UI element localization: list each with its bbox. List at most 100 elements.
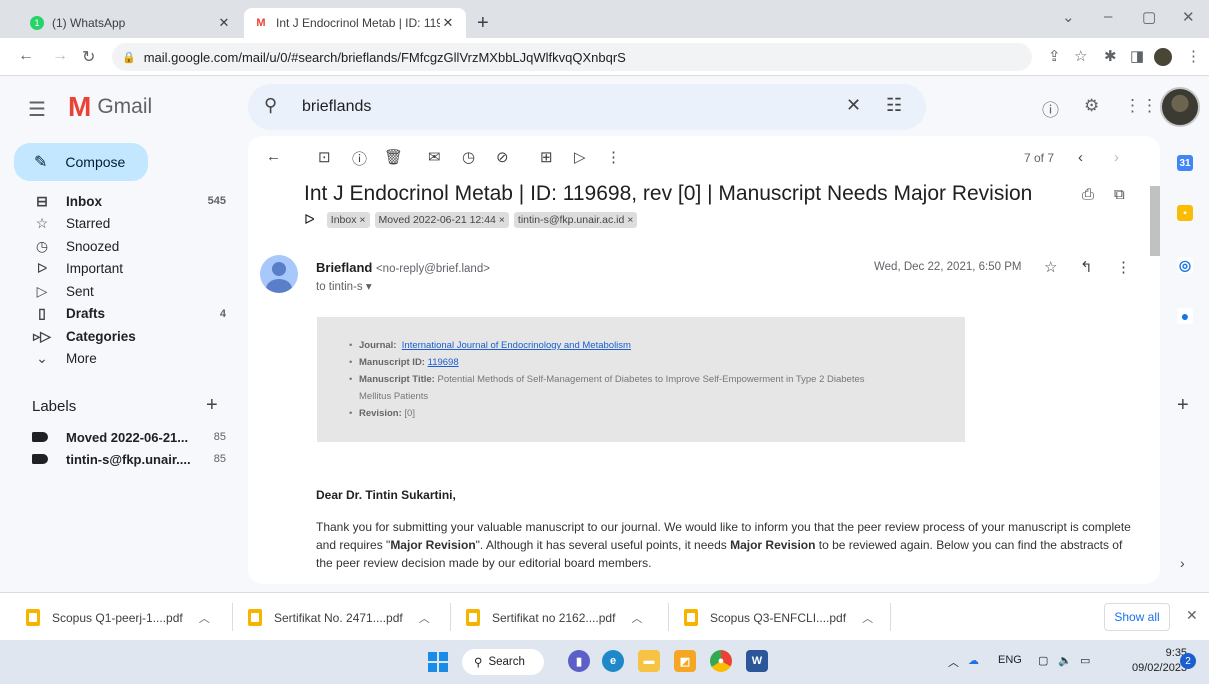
chip-moved[interactable]: Moved 2022-06-21 12:44 × xyxy=(374,211,509,228)
edge-icon[interactable]: e xyxy=(602,650,624,672)
star-icon[interactable]: ☆ xyxy=(1044,258,1057,276)
tab-whatsapp[interactable]: 1 (1) WhatsApp ✕ xyxy=(20,8,242,38)
sidebar-item-sent[interactable]: ▷ Sent xyxy=(0,280,240,303)
sidebar-item-starred[interactable]: ☆ Starred xyxy=(0,213,240,236)
file-explorer-icon[interactable]: ▬ xyxy=(638,650,660,672)
open-new-window-icon[interactable]: ⧉ xyxy=(1114,186,1125,203)
add-label-button[interactable]: + xyxy=(206,394,218,417)
battery-icon[interactable]: ▭ xyxy=(1080,654,1090,667)
download-item[interactable]: Sertifikat No. 2471....pdf ︿ xyxy=(248,609,430,626)
close-icon[interactable]: ✕ xyxy=(216,15,232,31)
report-spam-icon[interactable]: ⓘ xyxy=(352,148,367,169)
close-icon[interactable]: ✕ xyxy=(440,15,456,31)
compose-button[interactable]: ✎ Compose xyxy=(14,143,148,181)
more-actions-icon[interactable]: ⋮ xyxy=(606,148,621,166)
minimize-button[interactable]: – xyxy=(1104,8,1112,25)
tasks-icon[interactable]: ◎ xyxy=(1177,257,1193,273)
word-icon[interactable]: W xyxy=(746,650,768,672)
sidebar-label-moved[interactable]: Moved 2022-06-21... 85 xyxy=(0,426,240,448)
reply-icon[interactable]: ↰ xyxy=(1080,258,1093,276)
reload-icon[interactable]: ↻ xyxy=(82,47,95,67)
sidebar-item-more[interactable]: ⌄ More xyxy=(0,348,240,371)
scrollbar[interactable] xyxy=(1150,186,1160,256)
archive-icon[interactable]: ⊡ xyxy=(318,148,331,166)
chevron-up-icon[interactable]: ︿ xyxy=(631,610,642,626)
gmail-logo[interactable]: M Gmail xyxy=(68,91,152,123)
tab-search-icon[interactable]: ⌄ xyxy=(1062,8,1075,26)
sidebar-item-inbox[interactable]: ⊟ Inbox 545 xyxy=(0,190,240,213)
delete-icon[interactable]: 🗑 xyxy=(384,148,403,166)
add-addon-button[interactable]: + xyxy=(1177,394,1189,417)
chip-inbox[interactable]: Inbox × xyxy=(326,211,370,228)
journal-link[interactable]: International Journal of Endocrinology a… xyxy=(402,340,631,351)
sidebar-item-important[interactable]: ᐅ Important xyxy=(0,258,240,281)
important-marker-icon[interactable]: ᐅ xyxy=(304,211,315,228)
labels-icon[interactable]: ▷ xyxy=(574,148,586,166)
chevron-up-icon[interactable]: ︿ xyxy=(199,610,210,626)
sidebar-item-snoozed[interactable]: ◷ Snoozed xyxy=(0,235,240,258)
newer-chevron-icon[interactable]: ‹ xyxy=(1078,149,1083,166)
message-more-icon[interactable]: ⋮ xyxy=(1116,258,1131,276)
chevron-up-icon[interactable]: ︿ xyxy=(419,610,430,626)
address-bar[interactable]: 🔒 mail.google.com/mail/u/0/#search/brief… xyxy=(112,43,1032,71)
more-menu-icon[interactable]: ⋮ xyxy=(1186,47,1201,65)
taskbar-search[interactable]: ⚲ Search xyxy=(462,649,544,675)
expand-panel-chevron-icon[interactable]: › xyxy=(1180,555,1185,571)
print-icon[interactable]: ⎙ xyxy=(1082,186,1094,203)
bookmark-star-icon[interactable]: ☆ xyxy=(1074,47,1087,65)
mark-unread-icon[interactable]: ✉ xyxy=(428,148,441,166)
account-avatar[interactable] xyxy=(1160,87,1200,127)
keep-icon[interactable]: ▪ xyxy=(1177,205,1193,221)
download-item[interactable]: Sertifikat no 2162....pdf ︿ xyxy=(466,609,642,626)
volume-icon[interactable]: 🔈 xyxy=(1058,654,1072,667)
chrome-icon[interactable]: ● xyxy=(710,650,732,672)
windows-start-icon[interactable] xyxy=(428,652,448,672)
language-indicator[interactable]: ENG xyxy=(998,654,1022,666)
back-arrow-icon[interactable]: ← xyxy=(18,47,34,65)
side-panel-icon[interactable]: ◨ xyxy=(1130,47,1144,65)
profile-avatar[interactable] xyxy=(1154,48,1172,66)
recipient-line[interactable]: to tintin-s ▾ xyxy=(316,279,372,293)
tab-gmail[interactable]: M Int J Endocrinol Metab | ID: 1196 ✕ xyxy=(244,8,466,38)
clear-search-icon[interactable]: ✕ xyxy=(846,95,861,116)
contacts-icon[interactable]: ● xyxy=(1177,308,1193,324)
teams-icon[interactable]: ▮ xyxy=(568,650,590,672)
system-clock[interactable]: 9:35 09/02/2023 xyxy=(1132,646,1187,676)
show-all-downloads-button[interactable]: Show all xyxy=(1104,603,1170,631)
snooze-icon[interactable]: ◷ xyxy=(462,148,475,166)
close-shelf-icon[interactable]: ✕ xyxy=(1186,607,1198,624)
chip-tintin[interactable]: tintin-s@fkp.unair.ac.id × xyxy=(513,211,638,228)
search-bar[interactable]: ⚲ brieflands ✕ ☷ xyxy=(248,84,926,130)
sidebar-item-drafts[interactable]: ▯ Drafts 4 xyxy=(0,303,240,326)
sidebar-label-tintin[interactable]: tintin-s@fkp.unair.... 85 xyxy=(0,448,240,470)
cloud-icon[interactable]: ☁ xyxy=(968,654,979,667)
add-task-icon[interactable]: ⊘ xyxy=(496,148,509,166)
move-to-icon[interactable]: ⊞ xyxy=(540,148,553,166)
apps-grid-icon[interactable]: ⋮⋮ xyxy=(1124,96,1158,116)
older-chevron-icon[interactable]: › xyxy=(1114,149,1119,166)
restore-button[interactable]: ▢ xyxy=(1142,8,1156,26)
tray-chevron-icon[interactable]: ︿ xyxy=(948,654,959,670)
back-to-search-icon[interactable]: ← xyxy=(266,148,281,165)
help-icon[interactable]: ⓘ xyxy=(1042,96,1059,121)
network-icon[interactable]: ▢ xyxy=(1038,654,1048,667)
manuscript-id-link[interactable]: 119698 xyxy=(428,357,459,368)
main-menu-icon[interactable]: ☰ xyxy=(28,97,46,122)
download-item[interactable]: Scopus Q1-peerj-1....pdf ︿ xyxy=(26,609,210,626)
download-item[interactable]: Scopus Q3-ENFCLI....pdf ︿ xyxy=(684,609,873,626)
office-app-icon[interactable]: ◩ xyxy=(674,650,696,672)
share-icon[interactable]: ⇪ xyxy=(1048,47,1061,65)
extensions-icon[interactable]: ✱ xyxy=(1104,47,1117,65)
settings-gear-icon[interactable]: ⚙ xyxy=(1084,96,1099,116)
chevron-up-icon[interactable]: ︿ xyxy=(862,610,873,626)
close-window-button[interactable]: ✕ xyxy=(1182,8,1195,26)
forward-arrow-icon[interactable]: → xyxy=(52,47,68,65)
calendar-icon[interactable]: 31 xyxy=(1177,155,1193,171)
search-icon[interactable]: ⚲ xyxy=(264,95,277,116)
search-input[interactable]: brieflands xyxy=(302,98,371,116)
search-options-icon[interactable]: ☷ xyxy=(886,95,902,116)
sender-name[interactable]: Briefland xyxy=(316,260,372,275)
caret-down-icon[interactable]: ▾ xyxy=(366,281,372,293)
sidebar-item-categories[interactable]: ▹▷ Categories xyxy=(0,325,240,348)
notification-badge[interactable]: 2 xyxy=(1180,653,1196,669)
